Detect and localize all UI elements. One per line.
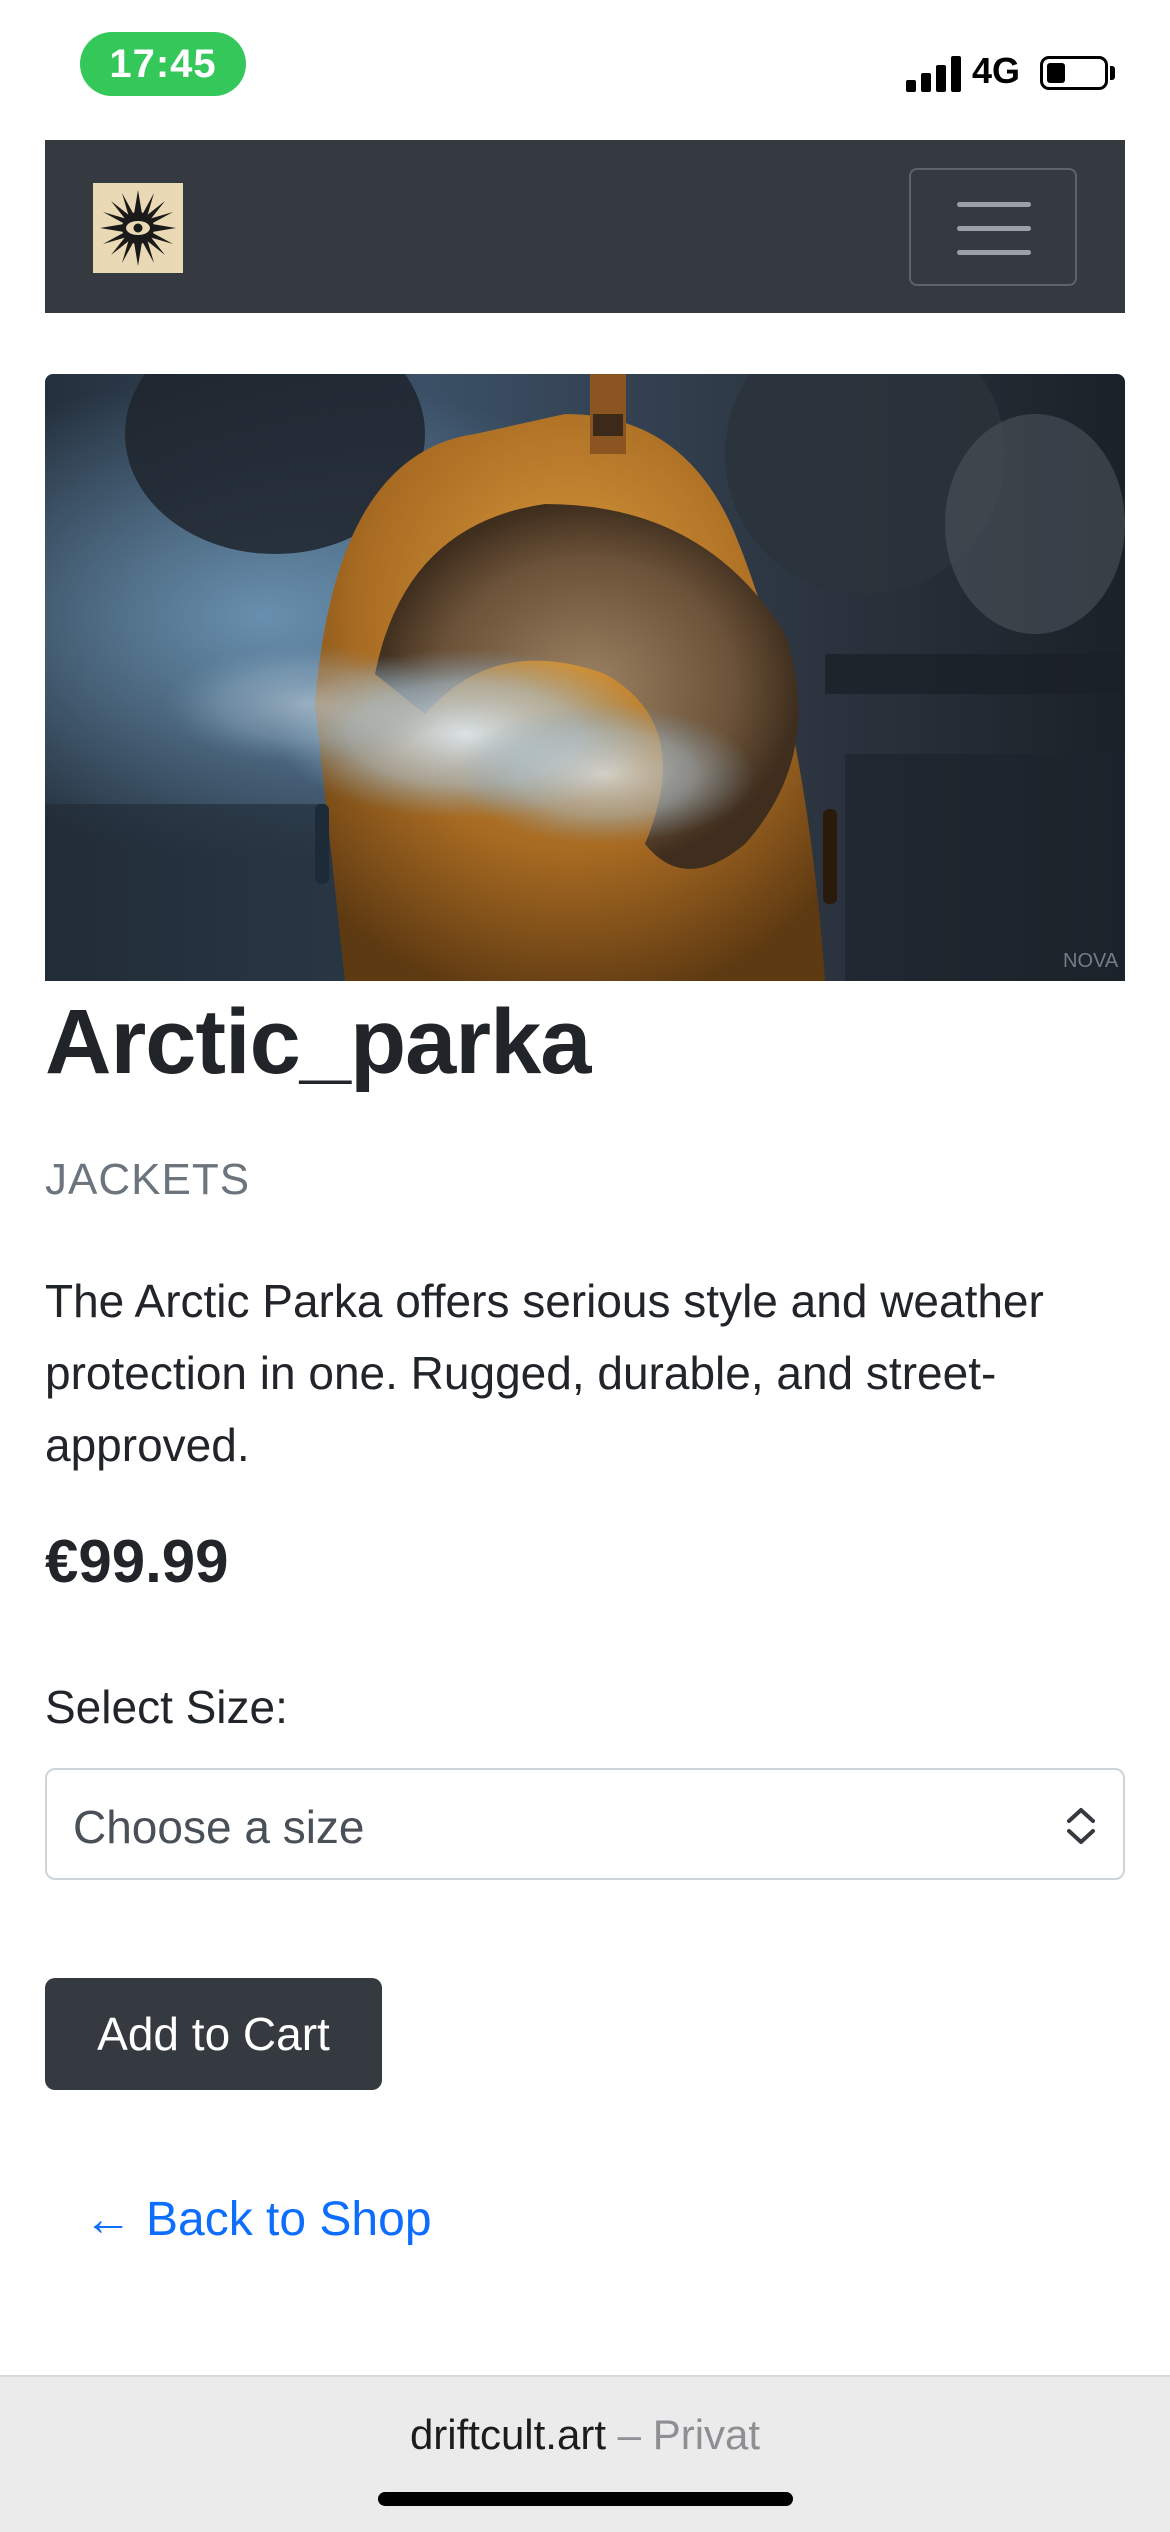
signal-icon <box>906 56 962 92</box>
product-category: JACKETS <box>45 1155 251 1204</box>
battery-icon <box>1040 56 1108 90</box>
size-select-value: Choose a size <box>73 1801 365 1853</box>
product-image: NOVA <box>45 374 1125 981</box>
hamburger-icon <box>957 202 1031 207</box>
size-select[interactable]: Choose a size <box>45 1768 1125 1880</box>
add-to-cart-button[interactable]: Add to Cart <box>45 1978 382 2090</box>
back-link-label: Back to Shop <box>146 2193 432 2246</box>
arrow-left-icon: ← <box>84 2193 132 2246</box>
url-display[interactable]: driftcult.art – Privat <box>0 2411 1170 2459</box>
size-label: Select Size: <box>45 1681 288 1733</box>
status-time: 17:45 <box>80 32 246 96</box>
browser-url-bar[interactable]: driftcult.art – Privat <box>0 2375 1170 2532</box>
select-chevrons-icon <box>1067 1808 1095 1844</box>
brand-logo[interactable] <box>93 183 183 273</box>
network-type: 4G <box>972 50 1021 91</box>
hamburger-line <box>957 226 1031 231</box>
url-domain: driftcult.art <box>409 2411 606 2458</box>
product-description: The Arctic Parka offers serious style an… <box>45 1275 1044 1471</box>
product-title: Arctic_parka <box>45 991 591 1093</box>
status-bar: 17:45 4G <box>0 0 1170 130</box>
back-to-shop-link[interactable]: ← Back to Shop <box>84 2192 432 2247</box>
product-price: €99.99 <box>45 1528 229 1595</box>
home-indicator[interactable] <box>378 2492 793 2506</box>
image-watermark: NOVA <box>1063 950 1119 972</box>
private-mode-label: Privat <box>652 2411 761 2458</box>
navbar <box>45 140 1125 313</box>
menu-toggle-button[interactable] <box>909 168 1077 286</box>
battery-cap <box>1110 66 1115 80</box>
url-separator: – <box>606 2411 653 2458</box>
sun-eye-logo-icon <box>100 190 176 266</box>
hamburger-line <box>957 250 1031 255</box>
